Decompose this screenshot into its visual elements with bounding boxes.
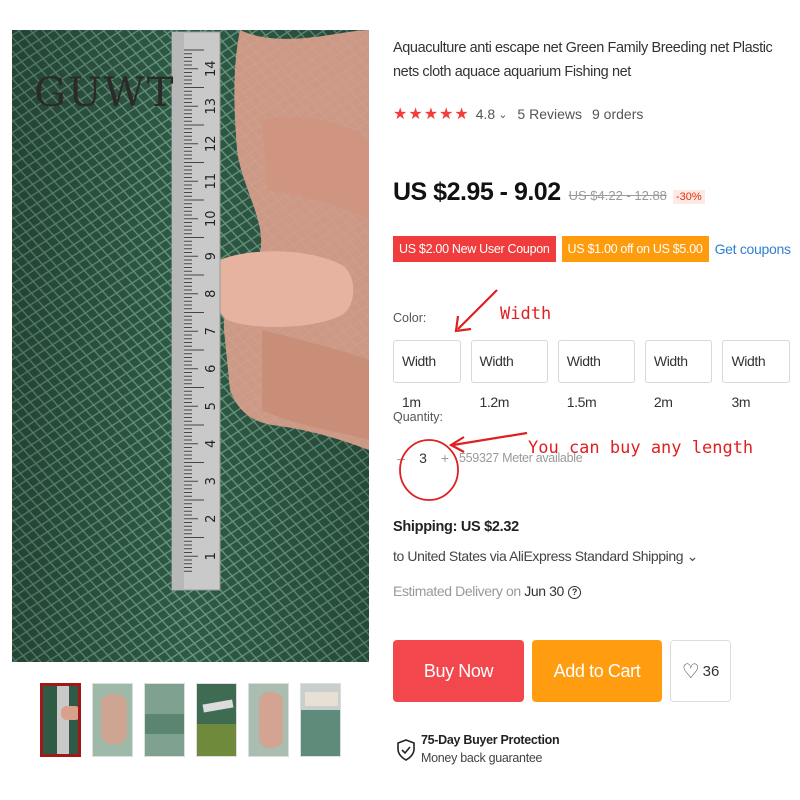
help-icon[interactable]: ? [567, 586, 581, 599]
heart-icon: ♡ [681, 660, 700, 683]
delivery-prefix: Estimated Delivery on [393, 583, 525, 599]
buyer-protection: 75-Day Buyer Protection Money back guara… [397, 733, 560, 765]
width-annotation: Width [500, 304, 552, 324]
wishlist-count: 36 [702, 662, 720, 680]
shield-check-icon [397, 739, 415, 761]
shipping-cost: Shipping: US $2.32 [393, 519, 519, 535]
protection-subtitle: Money back guarantee [421, 751, 543, 765]
protection-title: 75-Day Buyer Protection [421, 733, 560, 747]
arrow-icon [454, 289, 498, 333]
delivery-date: Jun 30 [524, 583, 564, 599]
arrow-icon [448, 431, 528, 453]
wishlist-button[interactable]: ♡ 36 [670, 640, 731, 702]
estimated-delivery: Estimated Delivery on Jun 30? [393, 583, 581, 599]
length-annotation: You can buy any length [528, 438, 754, 458]
add-to-cart-button[interactable]: Add to Cart [532, 640, 662, 702]
highlight-circle-icon [399, 439, 459, 501]
shipping-method[interactable]: to United States via AliExpress Standard… [393, 548, 698, 565]
buy-now-button[interactable]: Buy Now [393, 640, 524, 702]
